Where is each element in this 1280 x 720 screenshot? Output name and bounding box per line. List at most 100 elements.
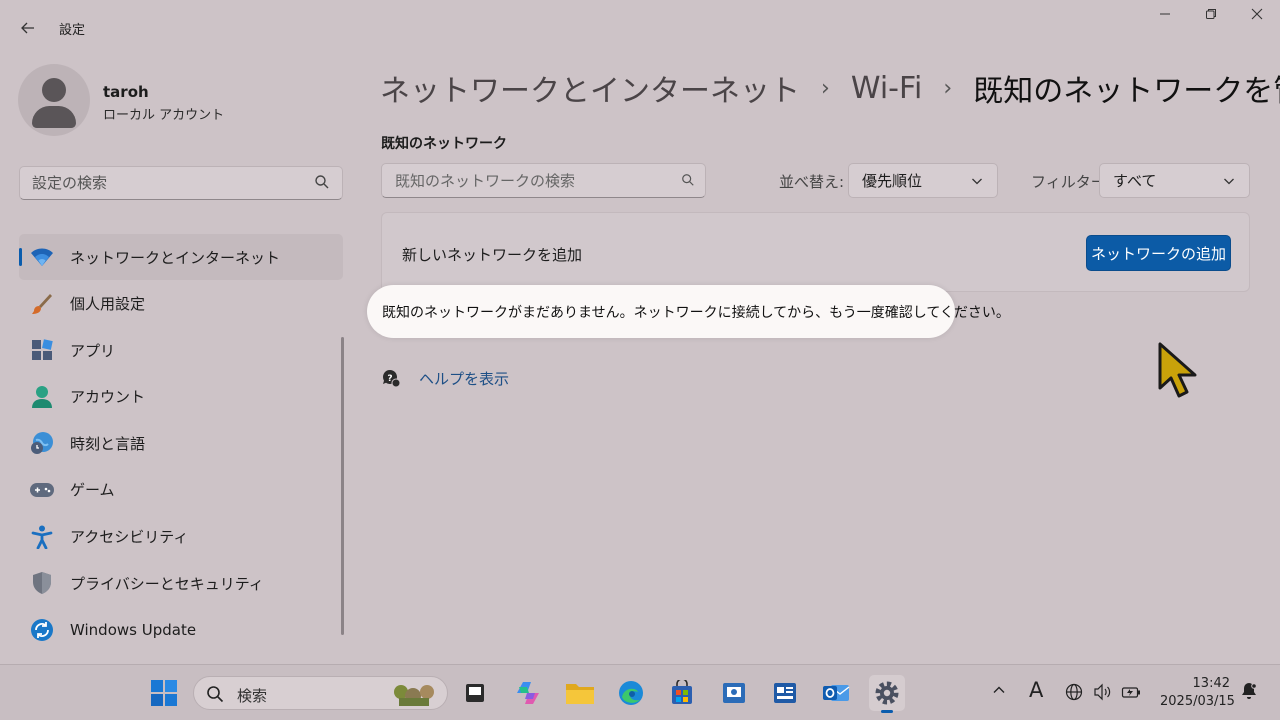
sort-dropdown[interactable]: 優先順位 — [848, 163, 998, 198]
gamepad-icon — [29, 477, 55, 503]
breadcrumb: ネットワークとインターネット › Wi-Fi › 既知のネットワークを管理 — [380, 64, 1280, 112]
notification-button[interactable] — [1239, 681, 1259, 705]
sidebar-item-personalization[interactable]: 個人用設定 — [19, 281, 343, 327]
taskbar-task-view[interactable] — [457, 675, 493, 711]
add-network-label: 新しいネットワークを追加 — [402, 246, 583, 264]
filter-dropdown[interactable]: すべて — [1099, 163, 1250, 198]
wifi-icon — [29, 244, 55, 270]
sidebar-item-label: 個人用設定 — [70, 295, 146, 314]
search-highlight-icon — [394, 685, 434, 706]
search-icon[interactable] — [314, 174, 330, 190]
taskbar-outlook[interactable] — [818, 675, 854, 711]
sidebar-scrollbar[interactable] — [341, 337, 344, 635]
edge-icon — [619, 681, 643, 705]
taskbar-copilot[interactable] — [510, 675, 546, 711]
taskbar: 検索 A 13:42 2025/03/15 — [0, 664, 1280, 720]
user-name: taroh — [103, 83, 149, 101]
settings-search-box[interactable] — [19, 166, 343, 200]
sidebar-item-label: Windows Update — [70, 620, 197, 639]
avatar[interactable] — [18, 64, 90, 136]
clock-time: 13:42 — [1192, 676, 1230, 691]
gear-icon — [875, 681, 899, 705]
sidebar-item-label: アクセシビリティ — [70, 528, 189, 547]
breadcrumb-wifi[interactable]: Wi-Fi — [851, 71, 923, 106]
page-title: 既知のネットワークを管理 — [973, 74, 1280, 109]
known-networks-search-input[interactable] — [382, 164, 667, 197]
search-icon — [682, 174, 694, 186]
folder-icon — [566, 684, 594, 704]
sort-label: 並べ替え: — [779, 173, 845, 191]
help-link[interactable]: ? ヘルプを表示 — [381, 366, 509, 390]
taskbar-file-explorer[interactable] — [562, 675, 598, 711]
filter-value: すべて — [1113, 172, 1157, 190]
chevron-up-icon — [993, 686, 1005, 693]
bell-icon — [1242, 683, 1257, 699]
screen-app-icon — [723, 683, 745, 703]
restore-button[interactable] — [1188, 4, 1234, 28]
account-icon — [29, 384, 55, 410]
settings-window: 設定 taroh ローカル アカウント ネットワークとインターネット — [0, 0, 1280, 664]
sidebar-item-apps[interactable]: アプリ — [19, 327, 343, 373]
brush-icon — [29, 291, 55, 317]
avatar-head — [42, 78, 66, 102]
section-title: 既知のネットワーク — [381, 136, 507, 152]
sidebar-item-time-language[interactable]: 時刻と言語 — [19, 420, 343, 466]
arrow-left-icon — [21, 22, 34, 34]
sidebar-item-network[interactable]: ネットワークとインターネット — [19, 234, 343, 280]
start-button[interactable] — [146, 675, 182, 711]
back-button[interactable] — [16, 16, 40, 40]
taskbar-search[interactable]: 検索 — [193, 676, 448, 710]
globe-clock-icon — [29, 430, 55, 456]
tray-network[interactable] — [1065, 683, 1083, 705]
taskbar-store[interactable] — [664, 675, 700, 711]
settings-search-input[interactable] — [20, 167, 300, 199]
chevron-down-icon — [1224, 178, 1234, 185]
help-link-label: ヘルプを表示 — [419, 369, 510, 388]
clock-date: 2025/03/15 — [1160, 694, 1235, 709]
add-network-button[interactable]: ネットワークの追加 — [1086, 235, 1231, 271]
windows-logo-icon — [151, 680, 177, 706]
app-title: 設定 — [59, 23, 86, 38]
sidebar-item-label: ゲーム — [70, 481, 115, 500]
account-type: ローカル アカウント — [103, 108, 225, 123]
store-icon — [672, 680, 692, 704]
known-networks-search-box[interactable] — [381, 163, 706, 198]
add-network-card: 新しいネットワークを追加 ネットワークの追加 — [381, 212, 1250, 292]
help-chat-icon: ? — [382, 369, 401, 388]
taskbar-edge[interactable] — [613, 675, 649, 711]
apps-icon — [29, 337, 55, 363]
accessibility-icon — [29, 524, 55, 550]
sidebar-nav: ネットワークとインターネット 個人用設定 アプリ アカウント 時刻と言語 ゲーム… — [19, 234, 343, 653]
sort-value: 優先順位 — [862, 172, 923, 190]
title-bar: 設定 — [0, 0, 1280, 56]
taskbar-app-2[interactable] — [767, 675, 803, 711]
sidebar-item-label: プライバシーとセキュリティ — [70, 574, 264, 593]
taskbar-settings[interactable] — [869, 675, 905, 713]
ime-indicator[interactable]: A — [1029, 678, 1043, 702]
outlook-icon — [823, 685, 850, 701]
sidebar-item-accounts[interactable]: アカウント — [19, 374, 343, 420]
tray-battery[interactable] — [1121, 683, 1141, 705]
globe-icon — [1065, 683, 1083, 701]
sidebar-item-gaming[interactable]: ゲーム — [19, 467, 343, 513]
close-button[interactable] — [1234, 4, 1280, 28]
news-app-icon — [774, 683, 796, 703]
shield-icon — [29, 570, 55, 596]
taskbar-app-1[interactable] — [716, 675, 752, 711]
taskbar-clock[interactable]: 13:42 2025/03/15 — [1160, 675, 1235, 711]
tray-overflow-button[interactable] — [992, 683, 1006, 701]
sidebar-item-privacy-security[interactable]: プライバシーとセキュリティ — [19, 560, 343, 606]
update-icon — [29, 617, 55, 643]
sidebar-item-label: アプリ — [70, 341, 116, 360]
sidebar-item-accessibility[interactable]: アクセシビリティ — [19, 514, 343, 560]
sidebar-item-windows-update[interactable]: Windows Update — [19, 607, 343, 653]
breadcrumb-network[interactable]: ネットワークとインターネット — [380, 66, 800, 110]
task-view-icon — [466, 684, 484, 702]
minimize-button[interactable] — [1142, 4, 1188, 28]
speaker-icon — [1094, 683, 1111, 701]
tray-volume[interactable] — [1093, 683, 1113, 705]
close-icon — [1251, 8, 1263, 20]
sidebar-item-label: ネットワークとインターネット — [70, 248, 281, 267]
sidebar-item-label: アカウント — [70, 388, 146, 407]
minimize-icon — [1160, 13, 1170, 15]
